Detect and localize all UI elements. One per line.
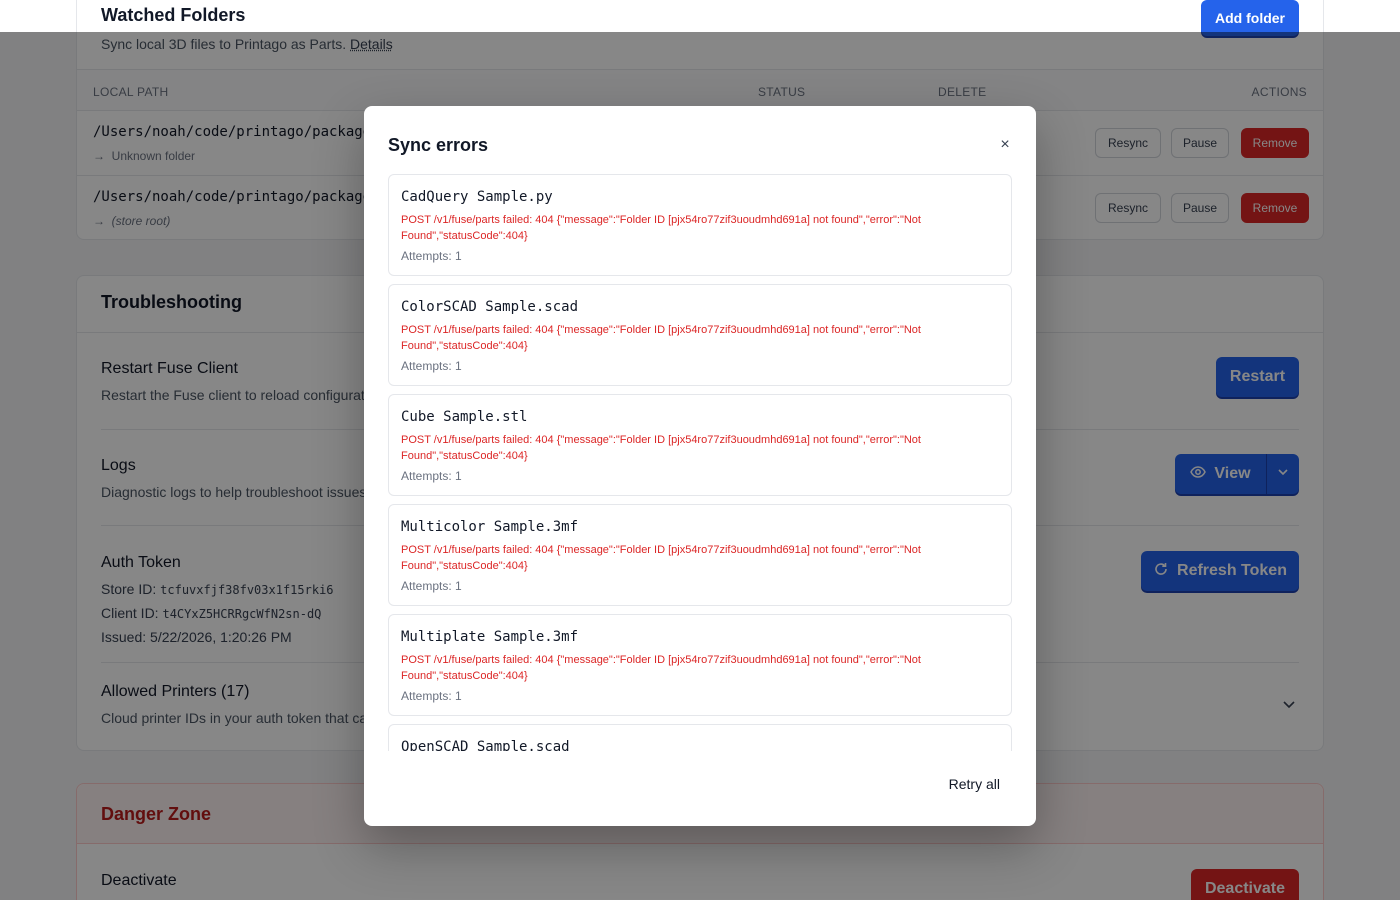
settings-page: Sync local 3D files to Printago as Parts… [0, 0, 1400, 900]
error-file-name: ColorSCAD Sample.scad [401, 299, 579, 315]
error-message: POST /v1/fuse/parts failed: 404 {"messag… [401, 434, 921, 462]
list-item: Multicolor Sample.3mf POST /v1/fuse/part… [388, 504, 1012, 606]
error-attempts: Attempts: 1 [401, 579, 462, 593]
error-message: POST /v1/fuse/parts failed: 404 {"messag… [401, 324, 921, 352]
error-file-name: Multiplate Sample.3mf [401, 629, 579, 645]
error-message: POST /v1/fuse/parts failed: 404 {"messag… [401, 544, 921, 572]
watched-folders-title: Watched Folders [101, 5, 246, 25]
list-item: Cube Sample.stl POST /v1/fuse/parts fail… [388, 394, 1012, 496]
list-item: OpenSCAD Sample.scad [388, 724, 1012, 751]
sync-errors-dialog: Sync errors × CadQuery Sample.py POST /v… [364, 106, 1036, 826]
close-icon[interactable]: × [996, 136, 1014, 154]
error-list[interactable]: CadQuery Sample.py POST /v1/fuse/parts f… [388, 174, 1012, 751]
add-folder-button[interactable]: Add folder [1201, 0, 1299, 36]
error-file-name: CadQuery Sample.py [401, 189, 553, 205]
list-item: ColorSCAD Sample.scad POST /v1/fuse/part… [388, 284, 1012, 386]
list-item: CadQuery Sample.py POST /v1/fuse/parts f… [388, 174, 1012, 276]
error-attempts: Attempts: 1 [401, 689, 462, 703]
error-attempts: Attempts: 1 [401, 469, 462, 483]
error-file-name: Cube Sample.stl [401, 409, 528, 425]
error-file-name: OpenSCAD Sample.scad [401, 739, 570, 751]
watched-folders-header: Watched Folders Add folder [0, 0, 1400, 36]
error-attempts: Attempts: 1 [401, 359, 462, 373]
error-file-name: Multicolor Sample.3mf [401, 519, 579, 535]
dialog-title: Sync errors [388, 135, 489, 155]
retry-all-button[interactable]: Retry all [949, 776, 1000, 792]
list-item: Multiplate Sample.3mf POST /v1/fuse/part… [388, 614, 1012, 716]
error-message: POST /v1/fuse/parts failed: 404 {"messag… [401, 214, 921, 242]
error-attempts: Attempts: 1 [401, 249, 462, 263]
error-message: POST /v1/fuse/parts failed: 404 {"messag… [401, 654, 921, 682]
